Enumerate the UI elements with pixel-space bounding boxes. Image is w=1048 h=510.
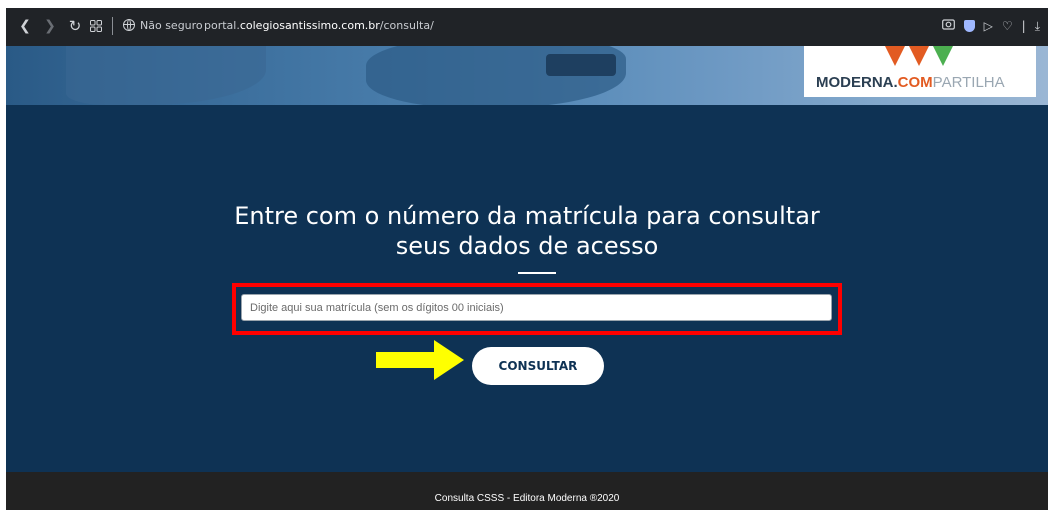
brand-logo: MODERNA.COMPARTILHA	[804, 46, 1036, 97]
camera-icon[interactable]	[941, 17, 955, 35]
toolbar-divider	[112, 17, 113, 35]
reload-icon[interactable]: ↻	[66, 17, 84, 35]
highlight-box	[232, 283, 842, 335]
globe-icon[interactable]	[123, 19, 135, 31]
hero-image-book	[546, 54, 616, 76]
footer-text: Consulta CSSS - Editora Moderna ®2020	[434, 493, 620, 504]
logo-wordmark: MODERNA.COMPARTILHA	[816, 74, 1005, 91]
hero-image-shape	[66, 46, 266, 105]
toolbar-separator: |	[1021, 19, 1026, 33]
heading-line-1: Entre com o número da matrícula para con…	[234, 202, 820, 230]
logo-mark	[885, 46, 953, 66]
consult-button[interactable]: CONSULTAR	[472, 347, 604, 385]
consult-panel: Entre com o número da matrícula para con…	[6, 105, 1048, 472]
toolbar-right-icons: ▷ ♡ | ⤓	[941, 17, 1040, 35]
page: ❮ ❯ ↻ Não seguro portal.colegiosantissim…	[6, 8, 1048, 510]
heading-line-2: seus dados de acesso	[395, 232, 659, 260]
tab-grid-icon[interactable]	[88, 17, 104, 35]
back-icon[interactable]: ❮	[16, 17, 34, 35]
address-bar-url[interactable]: portal.colegiosantissimo.com.br/consulta…	[204, 19, 434, 32]
browser-toolbar: ❮ ❯ ↻ Não seguro portal.colegiosantissim…	[6, 8, 1048, 46]
send-icon[interactable]: ▷	[984, 17, 993, 35]
download-icon[interactable]: ⤓	[1035, 17, 1040, 35]
shield-icon[interactable]	[963, 20, 975, 32]
url-path: /consulta/	[379, 19, 434, 32]
enrollment-number-input[interactable]	[241, 294, 832, 321]
logo-com: COM	[897, 74, 933, 91]
url-prefix: portal.	[204, 19, 240, 32]
footer: Consulta CSSS - Editora Moderna ®2020	[6, 472, 1048, 510]
logo-partilha: PARTILHA	[932, 74, 1005, 91]
heart-icon[interactable]: ♡	[1002, 17, 1013, 35]
security-label[interactable]: Não seguro	[140, 19, 203, 32]
forward-icon[interactable]: ❯	[41, 17, 59, 35]
url-domain: colegiosantissimo.com.br	[239, 19, 380, 32]
logo-moderna: MODERNA.	[816, 74, 898, 91]
heading-divider	[518, 272, 556, 274]
hero-banner: MODERNA.COMPARTILHA	[6, 46, 1048, 105]
pointer-arrow-icon	[376, 340, 464, 380]
page-heading: Entre com o número da matrícula para con…	[6, 201, 1048, 261]
